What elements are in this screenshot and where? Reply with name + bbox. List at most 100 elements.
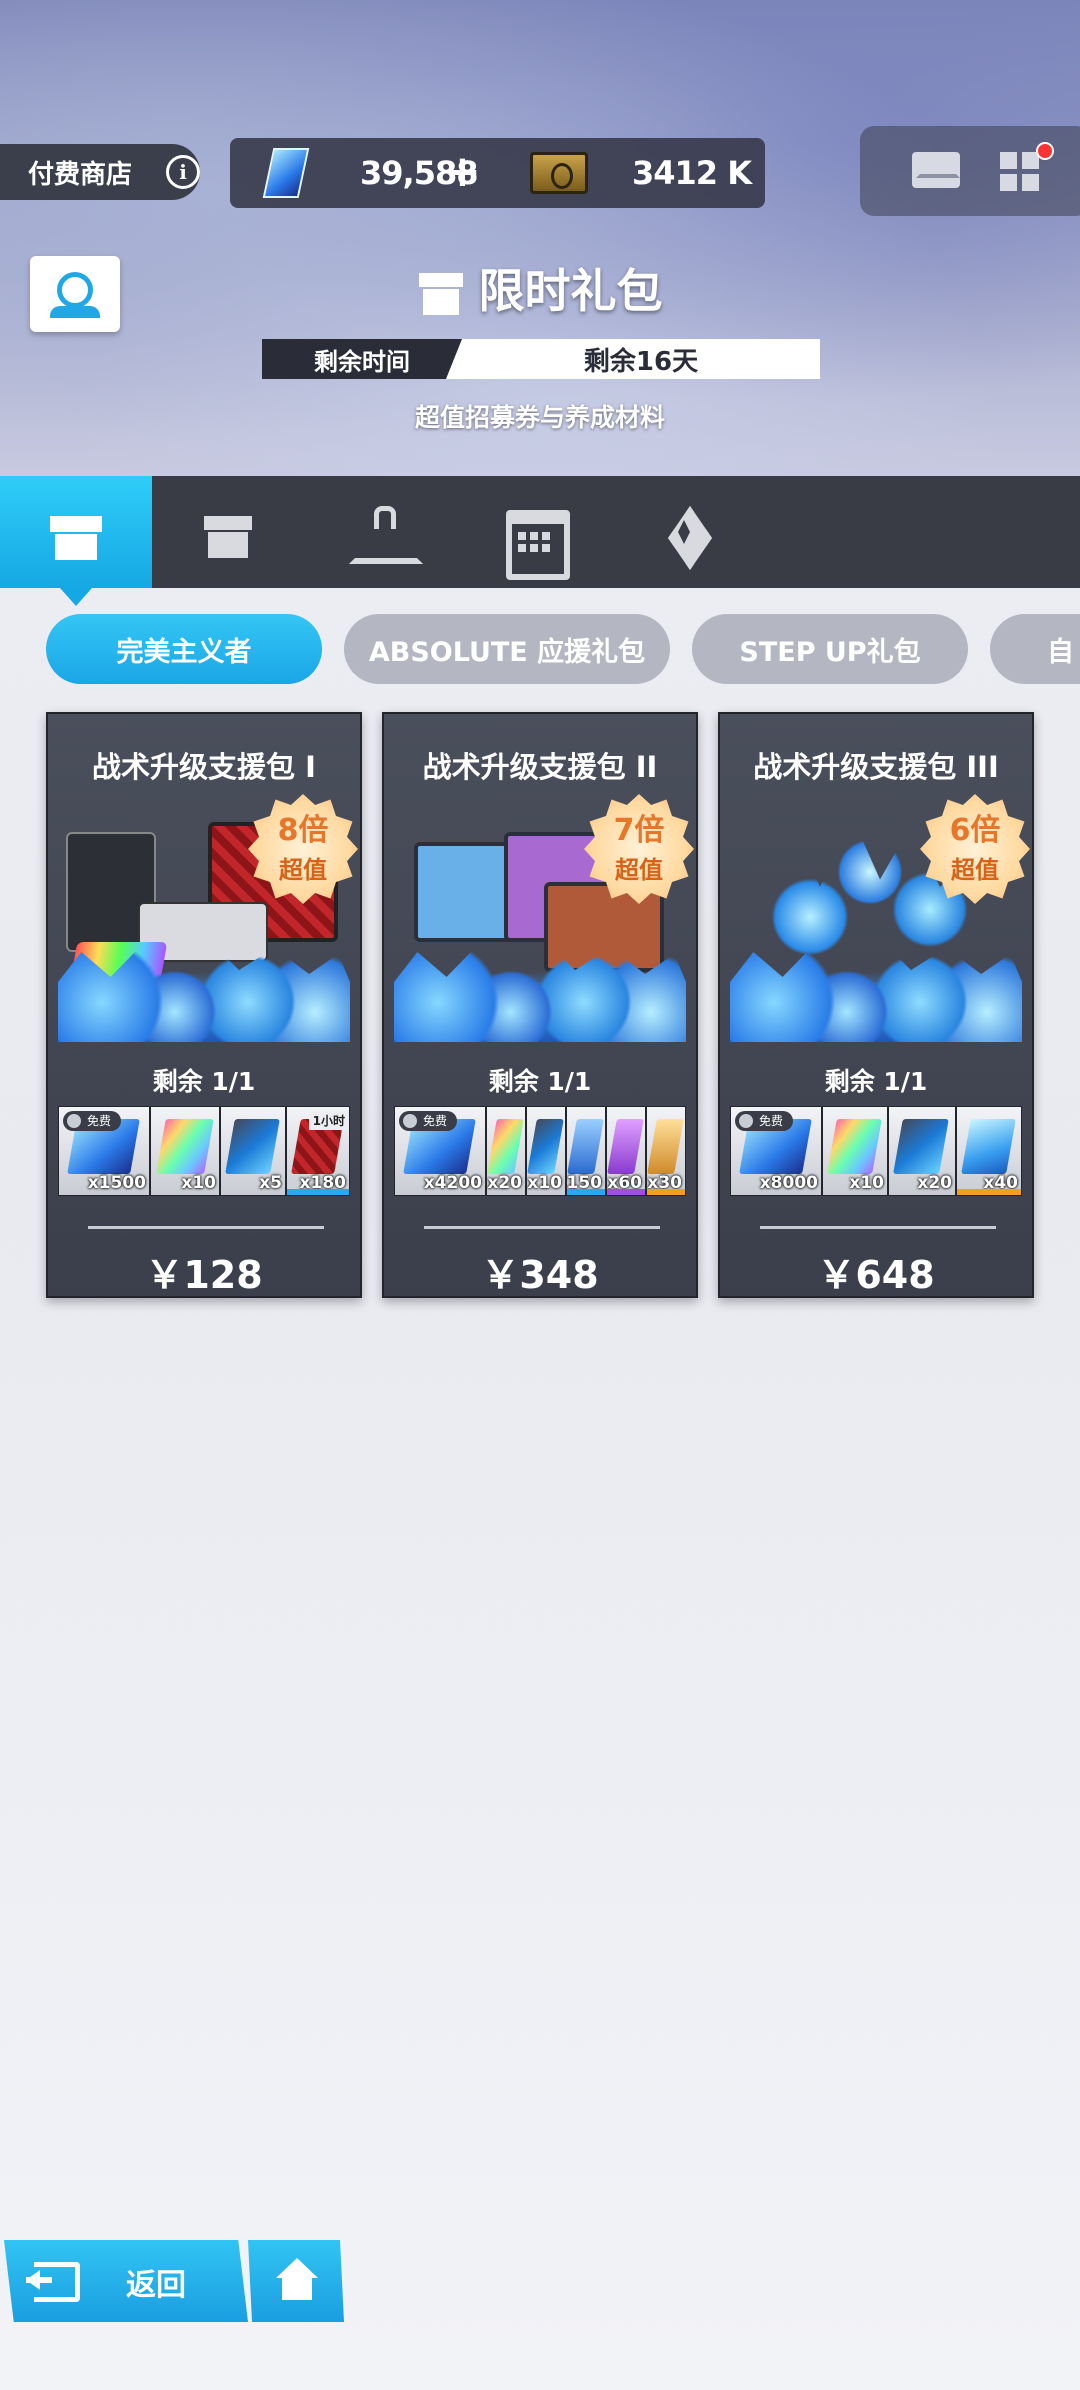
diamond-emblem-icon: [654, 502, 714, 562]
item-ticket-blue[interactable]: x20: [888, 1106, 956, 1196]
subtab-more[interactable]: 自: [990, 614, 1080, 684]
pack-remaining: 剩余 1/1: [488, 1067, 592, 1096]
rainbow-ticket-icon: [487, 1119, 524, 1174]
hanger-icon: [345, 502, 415, 562]
remaining-time-label: 剩余时间: [262, 339, 462, 379]
subtab-step-up[interactable]: STEP UP礼包: [692, 614, 968, 684]
item-ticket[interactable]: x10: [822, 1106, 888, 1196]
item-material-gold[interactable]: x30: [646, 1106, 686, 1196]
pack-price: ￥348: [481, 1253, 599, 1297]
value-label: 超值: [615, 856, 663, 884]
info-icon[interactable]: i: [166, 155, 200, 189]
item-booster[interactable]: 1小时 x180: [286, 1106, 350, 1196]
tab-gift[interactable]: [152, 476, 304, 588]
item-gem[interactable]: 免费 x1500: [58, 1106, 150, 1196]
gift-hourglass-icon: [46, 502, 106, 562]
tab-emblem[interactable]: [608, 476, 760, 588]
item-ticket[interactable]: x20: [486, 1106, 526, 1196]
card-divider: [424, 1226, 660, 1229]
tab-costume[interactable]: [304, 476, 456, 588]
active-tab-pointer: [60, 588, 92, 606]
item-qty: x10: [181, 1173, 216, 1193]
item-qty: x20: [917, 1173, 952, 1193]
tab-calendar[interactable]: [456, 476, 608, 588]
gold-material-icon: [647, 1119, 684, 1174]
free-tag: 免费: [735, 1111, 794, 1131]
duration-tag: 1小时: [308, 1111, 349, 1130]
ticket-currency-icon: [530, 152, 588, 194]
mail-icon[interactable]: [912, 152, 960, 188]
exit-arrow-icon: [26, 2262, 80, 2302]
banner-title: 限时礼包: [0, 255, 1080, 321]
item-qty: x10: [527, 1173, 562, 1193]
item-qty: x5: [259, 1173, 282, 1193]
remaining-time-value: 剩余16天: [583, 346, 699, 377]
pack-remaining: 剩余 1/1: [152, 1067, 256, 1096]
subtab-absolute[interactable]: ABSOLUTE 应援礼包: [344, 614, 670, 684]
calendar-icon: [502, 502, 570, 580]
page-title: 限时礼包: [478, 264, 663, 318]
banner-subtitle: 超值招募券与养成材料: [414, 403, 665, 432]
item-qty: x1500: [87, 1173, 146, 1193]
ticket-count: 3412 K: [632, 154, 752, 192]
free-tag: 免费: [399, 1111, 458, 1131]
card-divider: [760, 1226, 996, 1229]
gift-icon: [198, 502, 258, 562]
gem-currency-icon: [262, 148, 310, 198]
menu-grid-icon[interactable]: [1000, 152, 1040, 192]
item-qty: x8000: [759, 1173, 818, 1193]
pack-title: 战术升级支援包 III: [753, 750, 999, 784]
item-qty: x4200: [423, 1173, 482, 1193]
subtab-row: 完美主义者 ABSOLUTE 应援礼包 STEP UP礼包 自: [0, 612, 1080, 688]
add-gems-button[interactable]: +: [444, 146, 481, 197]
item-gem[interactable]: 免费 x8000: [730, 1106, 822, 1196]
pack-items: 免费 x1500 x10 x5 1小时 x180: [58, 1106, 350, 1196]
home-button[interactable]: [248, 2240, 344, 2322]
currency-bar: 39,588 + 3412 K: [230, 138, 765, 208]
pack-card-list: 战术升级支援包 I 8倍 超值 剩余 1/1 免费 x1500 x10 x5 1…: [0, 710, 1080, 1310]
value-label: 超值: [279, 856, 327, 884]
item-gem[interactable]: 免费 x4200: [394, 1106, 486, 1196]
value-multiplier: 6倍: [949, 813, 1001, 848]
pack-card-3[interactable]: 战术升级支援包 III 6倍 超值 剩余 1/1 免费 x8000 x10 x2…: [718, 712, 1034, 1298]
pack-title: 战术升级支援包 I: [92, 750, 316, 784]
rainbow-ticket-icon: [155, 1119, 213, 1174]
pack-card-1[interactable]: 战术升级支援包 I 8倍 超值 剩余 1/1 免费 x1500 x10 x5 1…: [46, 712, 362, 1298]
item-ticket[interactable]: x10: [150, 1106, 220, 1196]
card-divider: [88, 1226, 324, 1229]
purple-material-icon: [607, 1119, 644, 1174]
pack-price: ￥648: [817, 1253, 935, 1297]
notification-dot: [1036, 142, 1054, 160]
blue-ticket-icon: [527, 1119, 564, 1174]
gift-hourglass-icon: [417, 261, 465, 315]
category-tab-bar: [0, 476, 1080, 588]
back-label: 返回: [126, 2268, 186, 2303]
item-ticket-blue[interactable]: x10: [526, 1106, 566, 1196]
item-material-purple[interactable]: x60: [606, 1106, 646, 1196]
blue-material-icon: [567, 1119, 604, 1174]
value-label: 超值: [951, 856, 999, 884]
item-crystal[interactable]: x40: [956, 1106, 1022, 1196]
pack-remaining: 剩余 1/1: [824, 1067, 928, 1096]
item-material-blue[interactable]: x150: [566, 1106, 606, 1196]
value-multiplier: 8倍: [277, 813, 329, 848]
subtab-perfectionist[interactable]: 完美主义者: [46, 614, 322, 684]
pack-title: 战术升级支援包 II: [422, 750, 658, 784]
remaining-time-bar: 剩余时间 剩余16天: [262, 339, 820, 379]
blue-ticket-icon: [893, 1119, 950, 1174]
item-qty: x10: [849, 1173, 884, 1193]
back-button[interactable]: 返回: [4, 2240, 248, 2322]
pack-items: 免费 x8000 x10 x20 x40: [730, 1106, 1022, 1196]
free-tag: 免费: [63, 1111, 122, 1131]
top-right-panel: [860, 126, 1080, 216]
tab-limited-gift[interactable]: [0, 476, 152, 588]
pack-price: ￥128: [145, 1253, 263, 1297]
item-ticket-blue[interactable]: x5: [220, 1106, 286, 1196]
home-icon: [276, 2258, 318, 2302]
crystal-icon: [961, 1119, 1016, 1174]
value-multiplier: 7倍: [613, 813, 665, 848]
item-qty: x20: [487, 1173, 522, 1193]
pack-card-2[interactable]: 战术升级支援包 II 7倍 超值 剩余 1/1 免费 x4200 x20 x10: [382, 712, 698, 1298]
rainbow-ticket-icon: [827, 1119, 882, 1174]
blue-ticket-icon: [225, 1119, 280, 1174]
